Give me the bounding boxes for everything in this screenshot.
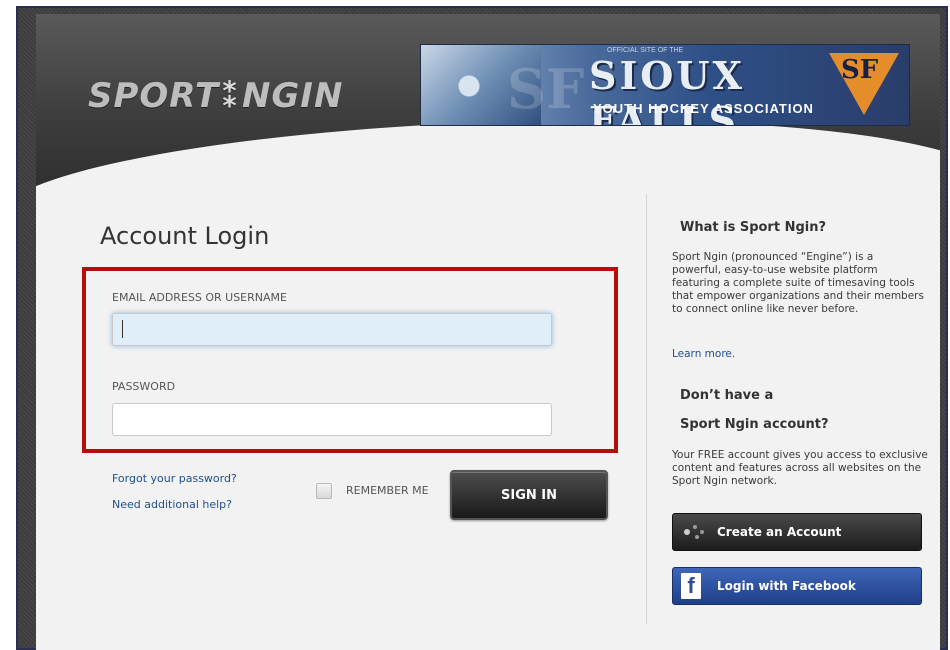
banner-watermark: SF [507,57,585,121]
logo-text-right: NGIN [241,76,344,116]
sf-badge-text: SF [841,55,879,85]
organization-banner[interactable]: SF OFFICIAL SITE OF THE SIOUX FALLS YOUT… [420,44,910,126]
facebook-login-label: Login with Facebook [717,579,856,593]
login-card: SPORT⁑NGIN SF OFFICIAL SITE OF THE SIOUX… [36,14,940,650]
sign-in-button[interactable]: SIGN IN [450,470,608,520]
column-divider [646,194,647,624]
sport-ngin-mark-icon [673,514,713,550]
create-account-label: Create an Account [717,525,842,539]
email-field[interactable] [112,313,552,346]
login-with-facebook-button[interactable]: f Login with Facebook [672,567,922,605]
remember-me-checkbox[interactable] [316,483,332,499]
text-caret [122,320,123,338]
create-account-button[interactable]: Create an Account [672,513,922,551]
remember-me-label[interactable]: REMEMBER ME [346,484,429,497]
banner-subtitle: YOUTH HOCKEY ASSOCIATION [593,101,814,116]
forgot-password-link[interactable]: Forgot your password? [112,472,237,485]
what-is-description: Sport Ngin (pronounced “Engine”) is a po… [672,251,924,315]
sport-ngin-logo[interactable]: SPORT⁑NGIN [88,76,343,116]
email-label: EMAIL ADDRESS OR USERNAME [112,291,287,304]
free-account-description: Your FREE account gives you access to ex… [672,449,928,487]
no-account-heading-line2: Sport Ngin account? [680,417,829,432]
logo-text-left: SPORT [88,76,220,116]
learn-more-link[interactable]: Learn more. [672,348,735,360]
what-is-heading: What is Sport Ngin? [680,220,827,235]
page-title: Account Login [100,222,270,250]
need-help-link[interactable]: Need additional help? [112,498,232,511]
logo-mark-icon: ⁑ [221,76,240,116]
facebook-icon: f [681,573,701,599]
no-account-heading-line1: Don’t have a [680,388,774,403]
password-label: PASSWORD [112,380,176,393]
password-field[interactable] [112,403,552,436]
